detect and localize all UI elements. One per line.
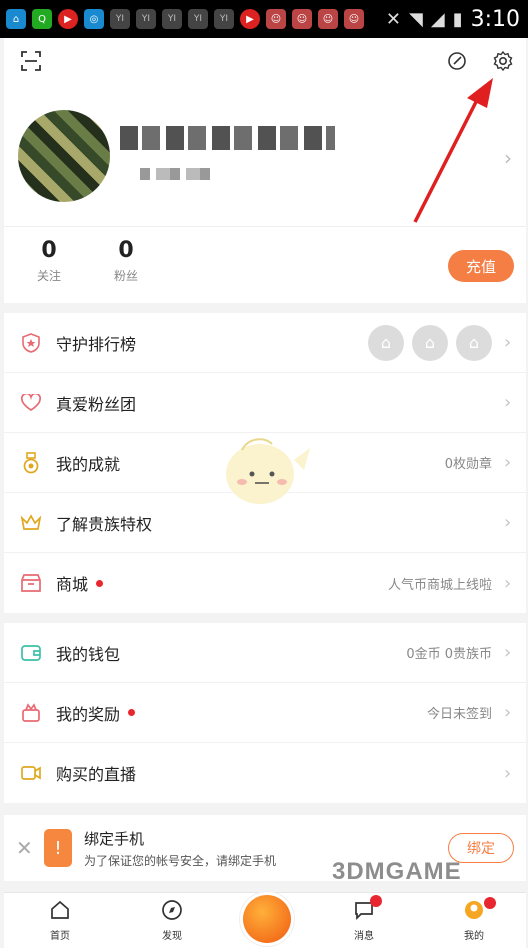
tab-label: 发现: [162, 931, 182, 942]
menu-item-guard-ranking[interactable]: 守护排行榜 ⌂ ⌂ ⌂ ›: [4, 313, 526, 373]
profile-screen: › 0 关注 0 粉丝 充值 守护排行榜 ⌂ ⌂ ⌂ › 真爱粉丝团 › 我的成…: [4, 38, 526, 948]
notification-icon: ☺: [318, 9, 338, 29]
chevron-right-icon: ›: [504, 512, 512, 533]
chevron-right-icon: ›: [504, 452, 512, 473]
edit-icon[interactable]: [444, 48, 470, 74]
shield-star-icon: [20, 332, 42, 354]
notification-icon: YI: [110, 9, 130, 29]
notification-icon: ⌂: [6, 9, 26, 29]
checkin-status: 今日未签到: [426, 707, 492, 722]
sofa-avatar-icon: ⌂: [456, 324, 492, 361]
menu-item-wallet[interactable]: 我的钱包 0金币 0贵族币 ›: [4, 623, 526, 683]
sofa-avatar-icon: ⌂: [368, 324, 404, 361]
mall-status: 人气币商城上线啦: [387, 577, 492, 593]
unread-badge: [370, 895, 382, 907]
bind-phone-title: 绑定手机: [84, 829, 145, 848]
annotation-arrow: [413, 78, 493, 223]
recharge-button[interactable]: 充值: [448, 250, 514, 282]
following-label: 关注: [36, 269, 61, 283]
rewards-label: 我的奖励: [56, 704, 121, 724]
wallet-icon: [20, 642, 42, 664]
bottom-tab-bar: 首页 发现 消息 我的: [4, 892, 526, 948]
chevron-right-icon: ›: [504, 572, 512, 594]
tab-me[interactable]: 我的: [444, 897, 504, 942]
menu-item-fan-club[interactable]: 真爱粉丝团 ›: [4, 373, 526, 433]
user-id-obscured: [140, 168, 214, 180]
video-icon: [20, 762, 42, 784]
menu-item-label: 我的钱包: [56, 644, 121, 664]
notification-icon: YI: [162, 9, 182, 29]
tab-home[interactable]: 首页: [30, 899, 90, 942]
phone-icon: !: [44, 829, 72, 867]
store-icon: [20, 572, 42, 594]
notification-icon: Q: [32, 9, 52, 29]
mascot-image: [226, 438, 310, 504]
tab-label: 我的: [464, 931, 484, 942]
close-icon[interactable]: ✕: [16, 836, 36, 860]
tab-label: 首页: [50, 931, 70, 942]
notification-icon: ☺: [292, 9, 312, 29]
medal-count: 0枚勋章: [444, 457, 492, 472]
chevron-right-icon: ›: [504, 392, 512, 413]
tab-discover[interactable]: 发现: [142, 899, 202, 942]
stat-following[interactable]: 0 关注: [24, 238, 74, 284]
medal-icon: [20, 451, 42, 474]
clock: 3:10: [470, 6, 520, 32]
menu-group-assets: 我的钱包 0金币 0贵族币 › 我的奖励 今日未签到 › 购买的直播 ›: [4, 623, 526, 803]
notification-icon: YI: [214, 9, 234, 29]
menu-item-rewards[interactable]: 我的奖励 今日未签到 ›: [4, 683, 526, 743]
gift-icon: [20, 702, 42, 724]
home-icon: [51, 900, 69, 919]
menu-item-label: 守护排行榜: [56, 334, 137, 354]
menu-item-purchased-live[interactable]: 购买的直播 ›: [4, 743, 526, 803]
sofa-avatar-icon: ⌂: [412, 324, 448, 361]
menu-item-label: 购买的直播: [56, 765, 137, 784]
menu-item-label: 商城: [56, 571, 388, 595]
watermark-text: 3DMGAME: [332, 858, 462, 885]
tab-messages[interactable]: 消息: [334, 895, 394, 942]
new-dot: [96, 579, 104, 587]
chevron-right-icon: ›: [504, 702, 512, 723]
avatar[interactable]: [18, 110, 110, 202]
chevron-right-icon[interactable]: ›: [504, 146, 512, 170]
notification-icon: ☺: [344, 9, 364, 29]
stat-fans[interactable]: 0 粉丝: [101, 238, 151, 284]
fans-count: 0: [118, 238, 134, 263]
status-bar: ⌂ Q ▶ ◎ YI YI YI YI YI ▶ ☺ ☺ ☺ ☺ ✕ ◥ ◢ ▮…: [0, 0, 528, 38]
chevron-right-icon: ›: [504, 762, 512, 784]
mute-icon: ✕: [385, 8, 401, 30]
chevron-right-icon: ›: [504, 332, 512, 353]
notification-icon: ◎: [84, 9, 104, 29]
fans-label: 粉丝: [113, 269, 138, 283]
user-icon: [465, 901, 483, 919]
nickname-obscured: [120, 126, 335, 150]
notification-icon: YI: [136, 9, 156, 29]
scan-icon[interactable]: [18, 48, 44, 74]
chevron-right-icon: ›: [504, 642, 512, 663]
notification-icon: ▶: [58, 9, 78, 29]
menu-item-label: 我的奖励: [56, 701, 427, 725]
live-center-button[interactable]: [243, 895, 291, 943]
notification-icon: ▶: [240, 9, 260, 29]
heart-icon: [20, 392, 42, 414]
mall-label: 商城: [56, 575, 89, 594]
tab-label: 消息: [354, 931, 374, 942]
battery-icon: ▮: [452, 8, 463, 30]
gear-icon[interactable]: [490, 48, 516, 74]
crown-icon: [20, 512, 42, 534]
wallet-balance: 0金币 0贵族币: [406, 647, 492, 662]
menu-item-label: 真爱粉丝团: [56, 394, 137, 414]
new-dot: [128, 709, 136, 716]
notification-icon: YI: [188, 9, 208, 29]
notification-icon: ☺: [266, 9, 286, 29]
unread-badge: [484, 897, 496, 909]
following-count: 0: [41, 238, 57, 263]
wifi-icon: ◥: [409, 8, 423, 30]
compass-icon: [162, 900, 182, 920]
menu-item-mall[interactable]: 商城 人气币商城上线啦 ›: [4, 553, 526, 613]
signal-icon: ◢: [430, 8, 445, 30]
